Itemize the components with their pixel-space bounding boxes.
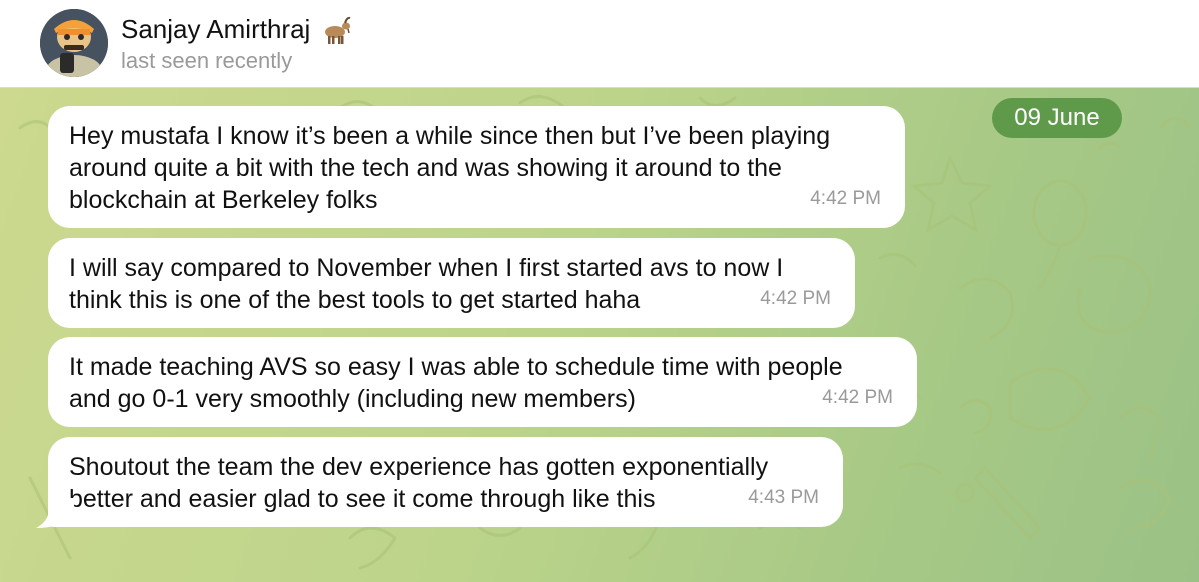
date-separator: 09 June xyxy=(992,98,1122,138)
message-time: 4:42 PM xyxy=(810,188,881,209)
message-text: Shoutout the team the dev experience has… xyxy=(69,453,769,513)
message-bubble[interactable]: Hey mustafa I know it’s been a while sin… xyxy=(48,106,905,228)
message-bubble[interactable]: Shoutout the team the dev experience has… xyxy=(48,437,843,527)
message-text: It made teaching AVS so easy I was able … xyxy=(69,353,843,413)
goat-icon xyxy=(320,15,352,45)
message-text: Hey mustafa I know it’s been a while sin… xyxy=(69,122,831,214)
avatar[interactable] xyxy=(40,9,108,77)
contact-name-text: Sanjay Amirthraj xyxy=(121,14,311,44)
message-time: 4:42 PM xyxy=(822,387,893,408)
last-seen-status: last seen recently xyxy=(121,48,293,73)
contact-name[interactable]: Sanjay Amirthraj xyxy=(121,14,352,45)
bubble-tail xyxy=(36,498,74,528)
message-bubble[interactable]: It made teaching AVS so easy I was able … xyxy=(48,337,917,427)
chat-area[interactable]: 09 June Hey mustafa I know it’s been a w… xyxy=(0,88,1199,582)
message-time: 4:43 PM xyxy=(748,487,819,508)
message-bubble[interactable]: I will say compared to November when I f… xyxy=(48,238,855,328)
avatar-image xyxy=(40,9,108,77)
message-time: 4:42 PM xyxy=(760,288,831,309)
chat-header: Sanjay Amirthraj last seen recently xyxy=(0,0,1199,88)
message-text: I will say compared to November when I f… xyxy=(69,254,784,314)
